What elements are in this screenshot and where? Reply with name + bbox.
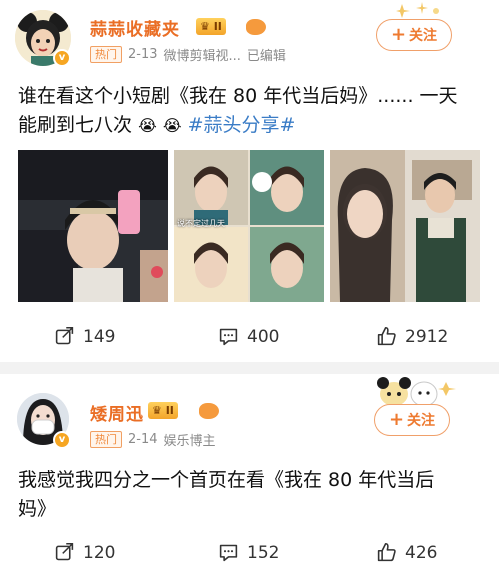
share-count: 120 <box>83 542 116 563</box>
follow-button[interactable]: + 关注 <box>376 19 452 51</box>
post-card-1: v 蒜蒜收藏夹 ♛ II 热门 2-13 微博剪辑视... 已编辑 + 关注 谁… <box>0 0 499 362</box>
post-meta: 热门 2-13 微博剪辑视... 已编辑 <box>90 45 286 64</box>
comment-button[interactable]: 152 <box>218 542 279 563</box>
like-icon <box>377 542 396 562</box>
like-button[interactable]: 426 <box>376 542 437 563</box>
username[interactable]: 矮周迅 <box>90 400 144 425</box>
post-content: 谁在看这个小短剧《我在 80 年代当后妈》...... 一天 能刷到七八次 😭 … <box>18 82 488 140</box>
plus-icon: + <box>388 409 405 430</box>
hot-tag: 热门 <box>90 46 122 63</box>
comment-button[interactable]: 400 <box>218 326 279 347</box>
fan-badge-icon <box>199 403 219 419</box>
share-count: 149 <box>83 326 116 347</box>
share-icon <box>55 326 74 345</box>
post-date: 2-14 <box>128 432 158 447</box>
content-line-1: 我感觉我四分之一个首页在看《我在 80 年代当后 <box>18 469 435 491</box>
comment-icon <box>219 544 238 562</box>
post-card-2: v 矮周迅 ♛ II 热门 2-14 娱乐博主 + 关注 我感觉我四分之一个首页… <box>0 374 499 581</box>
plus-icon: + <box>390 24 407 45</box>
comment-count: 400 <box>247 326 280 347</box>
like-icon <box>377 326 396 346</box>
follow-button[interactable]: + 关注 <box>374 404 450 436</box>
share-button[interactable]: 149 <box>54 326 115 347</box>
vip-badge-icon: ♛ II <box>196 18 226 35</box>
emoji: 😭 <box>162 116 182 135</box>
content-line-2: 妈》 <box>18 498 57 520</box>
action-bar: 149 400 2912 <box>0 326 499 356</box>
vip-badge-icon: ♛ II <box>148 402 178 419</box>
like-count: 2912 <box>405 326 449 347</box>
post-image-3[interactable] <box>330 150 480 302</box>
like-count: 426 <box>405 542 438 563</box>
edited-label: 已编辑 <box>246 49 286 64</box>
post-source: 娱乐博主 <box>163 434 216 449</box>
post-content: 我感觉我四分之一个首页在看《我在 80 年代当后 妈》 <box>18 466 488 524</box>
content-line-1: 谁在看这个小短剧《我在 80 年代当后妈》...... 一天 <box>18 85 458 107</box>
comment-count: 152 <box>247 542 280 563</box>
content-line-2: 能刷到七八次 😭 😭 #蒜头分享# <box>18 114 296 136</box>
post-meta: 热门 2-14 娱乐博主 <box>90 430 216 449</box>
verified-badge-icon: v <box>53 49 71 67</box>
comment-icon <box>219 328 238 346</box>
post-image-1[interactable] <box>18 150 168 302</box>
post-separator <box>0 362 499 374</box>
post-source: 微博剪辑视... <box>163 49 241 64</box>
fan-badge-icon <box>246 19 266 35</box>
username[interactable]: 蒜蒜收藏夹 <box>90 15 180 40</box>
verified-badge-icon: v <box>53 431 71 449</box>
emoji: 😭 <box>138 116 157 135</box>
like-button[interactable]: 2912 <box>376 326 448 347</box>
post-date: 2-13 <box>128 47 158 62</box>
post-image-2[interactable]: 说不定过几天 <box>174 150 324 302</box>
action-bar: 120 152 426 <box>0 542 499 572</box>
share-icon <box>55 542 74 561</box>
share-button[interactable]: 120 <box>54 542 115 563</box>
topic-link[interactable]: #蒜头分享# <box>188 114 296 136</box>
hot-tag: 热门 <box>90 431 122 448</box>
image-caption: 说不定过几天 <box>177 219 225 228</box>
